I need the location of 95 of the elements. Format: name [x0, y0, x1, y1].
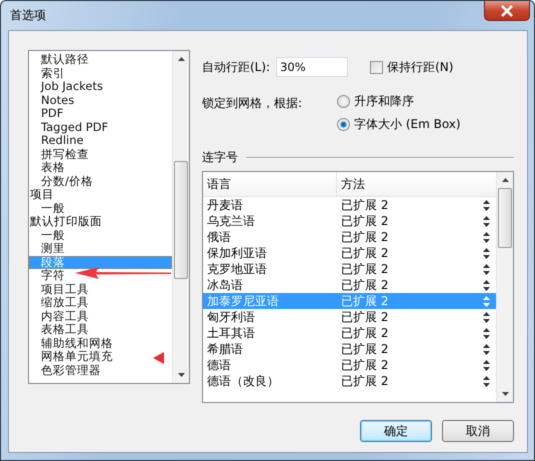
- scrollbar[interactable]: [172, 51, 189, 383]
- table-cell-text: 加泰罗尼亚语: [206, 292, 280, 310]
- table-cell-text: 已扩展 2: [340, 228, 390, 246]
- table-cell-text: 乌克兰语: [206, 212, 256, 230]
- stepper-icon[interactable]: [483, 200, 490, 210]
- table-row[interactable]: 冰岛语 已扩展 2: [203, 277, 496, 293]
- stepper-icon[interactable]: [483, 264, 490, 274]
- category-item[interactable]: PDF: [29, 107, 64, 120]
- table-row[interactable]: 德语 已扩展 2: [203, 357, 496, 373]
- table-row[interactable]: 保加利亚语 已扩展 2: [203, 245, 496, 261]
- close-icon: [500, 4, 514, 16]
- category-item[interactable]: 字符: [29, 269, 65, 282]
- table-cell-text: 已扩展 2: [340, 212, 390, 230]
- close-button[interactable]: [484, 1, 530, 21]
- stepper-icon[interactable]: [483, 280, 490, 290]
- radio-button[interactable]: [337, 118, 350, 131]
- radio-label: 字体大小 (Em Box): [354, 116, 461, 133]
- category-item[interactable]: 默认路径: [29, 53, 89, 66]
- table-cell-text: 已扩展 2: [340, 372, 390, 390]
- scrollbar[interactable]: [496, 172, 513, 402]
- table-cell-text: 已扩展 2: [340, 356, 390, 374]
- table-cell-text: 保加利亚语: [206, 244, 268, 262]
- category-item[interactable]: Job Jackets: [29, 80, 103, 94]
- scroll-down-icon: [178, 373, 184, 377]
- radio-button[interactable]: [337, 95, 350, 108]
- category-item[interactable]: 表格: [29, 161, 65, 174]
- scroll-down-icon: [502, 392, 508, 396]
- scroll-thumb[interactable]: [498, 188, 512, 248]
- keep-leading-label: 保持行距(N): [387, 58, 454, 76]
- auto-leading-label: 自动行距(L):: [202, 58, 270, 76]
- column-header[interactable]: 语言: [203, 172, 337, 196]
- table-row[interactable]: 希腊语 已扩展 2: [203, 341, 496, 357]
- triangle-marker: [153, 352, 164, 364]
- auto-leading-field[interactable]: 30%: [276, 57, 348, 77]
- stepper-icon[interactable]: [483, 328, 490, 338]
- category-item[interactable]: Redline: [29, 134, 84, 148]
- ok-button[interactable]: 确定: [360, 420, 432, 442]
- table-cell-text: 已扩展 2: [340, 244, 390, 262]
- category-item[interactable]: Notes: [29, 94, 74, 107]
- table-cell-text: 已扩展 2: [340, 340, 390, 358]
- table-cell-text: 已扩展 2: [340, 196, 390, 214]
- stepper-icon[interactable]: [483, 216, 490, 226]
- table-cell-text: 俄语: [206, 228, 232, 246]
- table-row[interactable]: 俄语 已扩展 2: [203, 229, 496, 245]
- category-item[interactable]: 表格工具: [29, 323, 89, 336]
- category-item[interactable]: 拼写检查: [29, 148, 89, 161]
- category-item[interactable]: 项目工具: [29, 282, 89, 296]
- table-cell-text: 已扩展 2: [340, 308, 390, 326]
- table-cell-text: 冰岛语: [206, 276, 244, 294]
- table-cell-text: 克罗地亚语: [206, 260, 268, 278]
- table-row[interactable]: 德语（改良） 已扩展 2: [203, 373, 496, 389]
- stepper-icon[interactable]: [483, 312, 490, 322]
- category-item[interactable]: 分数/价格: [29, 174, 93, 188]
- stepper-icon[interactable]: [483, 376, 490, 386]
- table-cell-text: 已扩展 2: [340, 292, 390, 310]
- radio-label: 升序和降序: [354, 93, 414, 110]
- stepper-icon[interactable]: [483, 232, 490, 242]
- category-item[interactable]: 项目: [29, 188, 54, 202]
- stepper-icon[interactable]: [483, 344, 490, 354]
- category-item[interactable]: 辅助线和网格: [29, 336, 113, 350]
- table-row[interactable]: 克罗地亚语 已扩展 2: [203, 261, 496, 277]
- cancel-button[interactable]: 取消: [442, 420, 514, 442]
- stepper-icon[interactable]: [483, 360, 490, 370]
- checkbox[interactable]: [370, 60, 384, 74]
- scroll-thumb[interactable]: [174, 161, 188, 279]
- category-item[interactable]: 索引: [29, 66, 65, 80]
- table-row[interactable]: 匈牙利语 已扩展 2: [203, 309, 496, 325]
- stepper-icon[interactable]: [483, 248, 490, 258]
- category-item[interactable]: 测里: [29, 242, 65, 256]
- table-row[interactable]: 丹麦语 已扩展 2: [203, 197, 496, 213]
- category-item[interactable]: Tagged PDF: [29, 120, 108, 134]
- table-cell-text: 匈牙利语: [206, 308, 256, 326]
- category-item[interactable]: 默认打印版面: [29, 215, 102, 228]
- window-title: 首选项: [9, 7, 46, 24]
- table-cell-text: 希腊语: [206, 340, 244, 358]
- table-cell-text: 丹麦语: [206, 196, 244, 214]
- category-item[interactable]: 一般: [29, 202, 65, 215]
- column-header[interactable]: 方法: [337, 172, 365, 196]
- category-item[interactable]: 内容工具: [29, 310, 89, 323]
- category-item[interactable]: 缩放工具: [29, 296, 89, 310]
- table-cell-text: 土耳其语: [206, 324, 256, 342]
- table-cell-text: 已扩展 2: [340, 324, 390, 342]
- category-item[interactable]: 一般: [29, 228, 65, 242]
- category-item[interactable]: 色彩管理器: [29, 364, 101, 377]
- lock-grid-label: 锁定到网格，根据:: [202, 95, 304, 112]
- table-cell-text: 德语（改良）: [206, 372, 280, 390]
- group-title: 连字号: [202, 149, 238, 166]
- category-item[interactable]: 网格单元填充: [29, 350, 113, 364]
- table-cell-text: 已扩展 2: [340, 260, 390, 278]
- table-row[interactable]: 土耳其语 已扩展 2: [203, 325, 496, 341]
- table-cell-text: 德语: [206, 356, 232, 374]
- table-cell-text: 已扩展 2: [340, 276, 390, 294]
- scroll-up-icon: [502, 178, 508, 182]
- table-row[interactable]: 乌克兰语 已扩展 2: [203, 213, 496, 229]
- scroll-up-icon: [178, 57, 184, 61]
